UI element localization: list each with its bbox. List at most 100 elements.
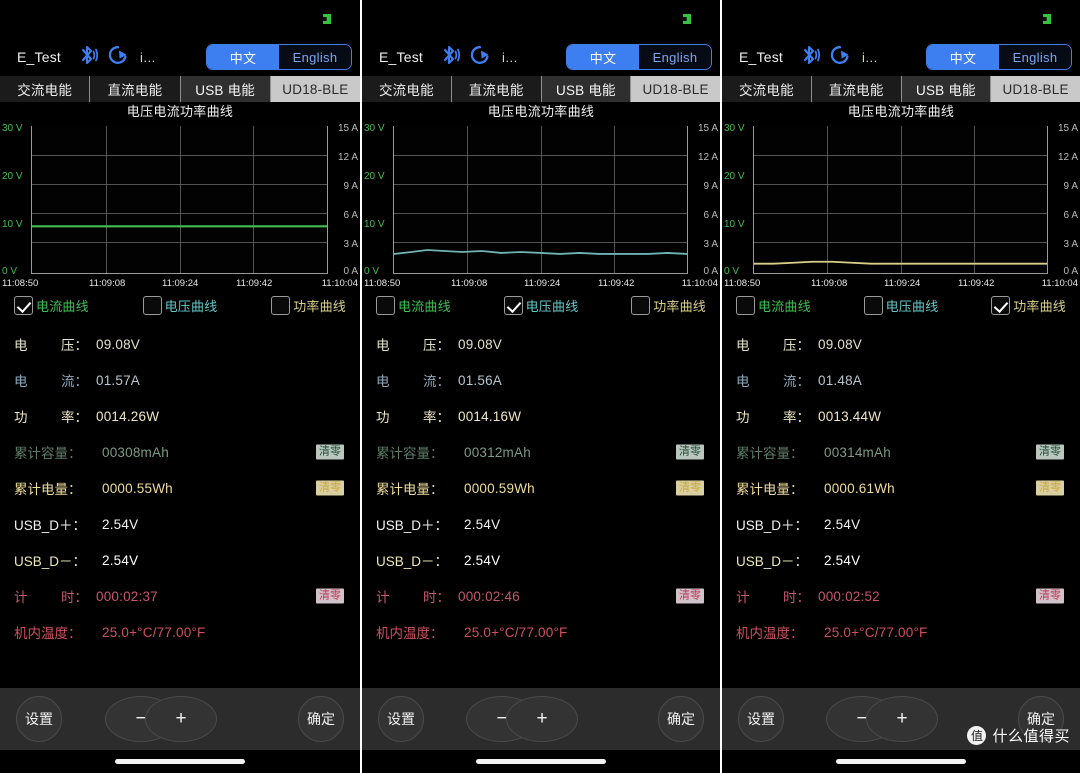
- checkbox-current-curve[interactable]: [736, 295, 755, 315]
- checkbox-current-curve[interactable]: [14, 295, 33, 315]
- readout-current: 电 流： 01.56A: [376, 362, 706, 398]
- y-right-tick-6a: 6 A: [703, 210, 718, 221]
- overflow-label[interactable]: i...: [140, 50, 156, 65]
- y-right-tick-0a: 0 A: [343, 266, 358, 277]
- settings-button[interactable]: 设置: [16, 696, 62, 742]
- tab-bar: 交流电能 直流电能 USB 电能 UD18-BLE: [722, 76, 1080, 102]
- language-toggle[interactable]: 中文 English: [206, 44, 352, 70]
- checkbox-power-curve[interactable]: [631, 295, 651, 315]
- language-toggle[interactable]: 中文 English: [566, 44, 712, 70]
- y-left-tick-30v: 30 V: [364, 123, 385, 134]
- y-left-tick-20v: 20 V: [2, 171, 23, 182]
- checkbox-voltage-curve[interactable]: [863, 295, 883, 315]
- home-indicator[interactable]: [836, 759, 966, 764]
- x-tick-0: 11:08:50: [2, 278, 39, 289]
- checkbox-power-curve[interactable]: [271, 295, 291, 315]
- overflow-label[interactable]: i...: [502, 50, 518, 65]
- value-timer: 000:02:37: [96, 588, 158, 604]
- tab-ac-energy[interactable]: 交流电能: [362, 76, 452, 102]
- label-voltage-a: 电: [736, 338, 750, 353]
- tab-ud18-ble[interactable]: UD18-BLE: [270, 76, 360, 102]
- reset-energy-button[interactable]: 清零: [316, 480, 344, 496]
- checkbox-voltage-curve[interactable]: [142, 295, 162, 315]
- legend-power[interactable]: 功率曲线: [956, 295, 1066, 315]
- bluetooth-icon[interactable]: [441, 44, 461, 71]
- tab-dc-energy[interactable]: 直流电能: [451, 76, 542, 102]
- tab-dc-energy[interactable]: 直流电能: [811, 76, 902, 102]
- confirm-button[interactable]: 确定: [658, 696, 704, 742]
- reset-timer-button[interactable]: 清零: [1036, 588, 1064, 604]
- reset-capacity-button[interactable]: 清零: [316, 444, 344, 460]
- language-english-button[interactable]: English: [279, 45, 351, 69]
- increment-button[interactable]: +: [145, 696, 217, 742]
- y-right-tick-9a: 9 A: [1063, 181, 1078, 192]
- tab-dc-energy[interactable]: 直流电能: [90, 76, 181, 102]
- legend-current[interactable]: 电流曲线: [376, 295, 486, 315]
- reset-timer-button[interactable]: 清零: [676, 588, 704, 604]
- tab-ud18-ble[interactable]: UD18-BLE: [631, 76, 720, 102]
- readout-power: 功 率： 0013.44W: [736, 398, 1066, 434]
- legend-voltage[interactable]: 电压曲线: [486, 295, 596, 315]
- home-indicator[interactable]: [115, 759, 245, 764]
- refresh-icon[interactable]: [107, 44, 129, 71]
- readout-power: 功 率： 0014.16W: [376, 398, 706, 434]
- reset-capacity-button[interactable]: 清零: [676, 444, 704, 460]
- checkbox-current-curve[interactable]: [376, 295, 395, 315]
- bluetooth-icon[interactable]: [801, 44, 821, 71]
- label-energy: 累计电量：: [736, 482, 804, 497]
- tab-usb-energy[interactable]: USB 电能: [901, 76, 992, 102]
- label-current-a: 电: [376, 374, 390, 389]
- x-tick-2: 11:09:24: [884, 278, 921, 289]
- reset-capacity-button[interactable]: 清零: [1036, 444, 1064, 460]
- legend-label-power: 功率曲线: [653, 298, 706, 314]
- checkbox-voltage-curve[interactable]: [503, 295, 523, 315]
- readout-usb-dm: USB_D－： 2.54V: [736, 542, 1066, 578]
- label-usb-dp: USB_D＋：: [14, 518, 87, 533]
- legend-voltage[interactable]: 电压曲线: [125, 295, 236, 315]
- bluetooth-icon[interactable]: [79, 44, 99, 71]
- label-energy: 累计电量：: [376, 482, 444, 497]
- overflow-label[interactable]: i...: [862, 50, 878, 65]
- reset-timer-button[interactable]: 清零: [316, 588, 344, 604]
- language-chinese-button[interactable]: 中文: [207, 45, 279, 69]
- legend-power[interactable]: 功率曲线: [596, 295, 706, 315]
- value-temperature: 25.0+°C/77.00°F: [102, 624, 206, 640]
- language-english-button[interactable]: English: [999, 45, 1071, 69]
- language-chinese-button[interactable]: 中文: [567, 45, 639, 69]
- legend-label-current: 电流曲线: [398, 298, 451, 314]
- label-capacity: 累计容量：: [14, 446, 82, 461]
- label-power-b: 率：: [423, 410, 450, 425]
- tab-usb-energy[interactable]: USB 电能: [541, 76, 632, 102]
- chart-title: 电压电流功率曲线: [362, 102, 720, 122]
- reset-energy-button[interactable]: 清零: [676, 480, 704, 496]
- legend-current[interactable]: 电流曲线: [736, 295, 846, 315]
- home-indicator[interactable]: [476, 759, 606, 764]
- tab-ac-energy[interactable]: 交流电能: [722, 76, 812, 102]
- legend-voltage[interactable]: 电压曲线: [846, 295, 956, 315]
- legend-power[interactable]: 功率曲线: [235, 295, 346, 315]
- tab-ud18-ble[interactable]: UD18-BLE: [991, 76, 1080, 102]
- confirm-button[interactable]: 确定: [298, 696, 344, 742]
- refresh-icon[interactable]: [469, 44, 491, 71]
- home-indicator-area: [722, 750, 1080, 773]
- increment-button[interactable]: +: [506, 696, 578, 742]
- settings-button[interactable]: 设置: [738, 696, 784, 742]
- y-left-tick-30v: 30 V: [2, 123, 23, 134]
- language-toggle[interactable]: 中文 English: [926, 44, 1072, 70]
- increment-button[interactable]: +: [866, 696, 938, 742]
- checkbox-power-curve[interactable]: [991, 295, 1011, 315]
- legend-current[interactable]: 电流曲线: [14, 295, 125, 315]
- language-chinese-button[interactable]: 中文: [927, 45, 999, 69]
- value-temperature: 25.0+°C/77.00°F: [464, 624, 568, 640]
- settings-button[interactable]: 设置: [378, 696, 424, 742]
- refresh-icon[interactable]: [829, 44, 851, 71]
- tab-ac-energy[interactable]: 交流电能: [0, 76, 91, 102]
- label-current-b: 流：: [423, 374, 450, 389]
- tab-usb-energy[interactable]: USB 电能: [180, 76, 271, 102]
- reset-energy-button[interactable]: 清零: [1036, 480, 1064, 496]
- value-voltage: 09.08V: [818, 336, 862, 352]
- label-energy: 累计电量：: [14, 482, 82, 497]
- language-english-button[interactable]: English: [639, 45, 711, 69]
- series-line-voltage: [394, 126, 687, 273]
- readout-timer: 计 时： 000:02:46 清零: [376, 578, 706, 614]
